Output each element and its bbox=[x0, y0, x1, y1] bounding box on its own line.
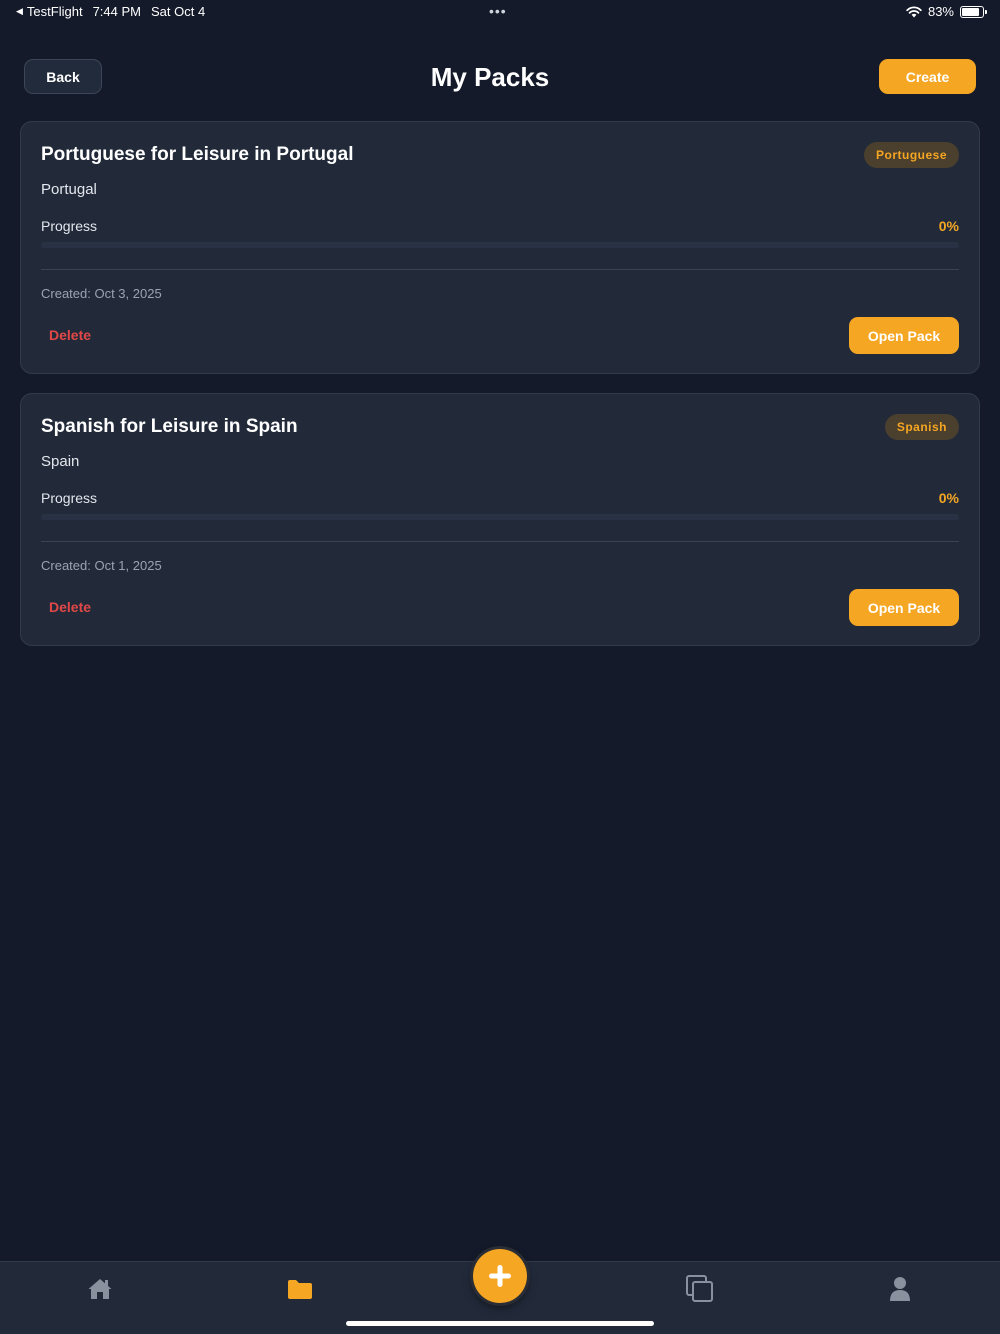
folder-icon bbox=[288, 1280, 312, 1299]
created-date: Created: Oct 3, 2025 bbox=[41, 286, 162, 301]
progress-value: 0% bbox=[938, 218, 959, 234]
progress-value: 0% bbox=[938, 490, 959, 506]
delete-button[interactable]: Delete bbox=[49, 327, 91, 343]
add-pack-fab[interactable] bbox=[473, 1249, 527, 1303]
battery-icon bbox=[960, 5, 987, 18]
multitasking-dots[interactable]: ••• bbox=[489, 4, 507, 18]
progress-bar bbox=[41, 514, 959, 520]
status-left: ◀ TestFlight 7:44 PM Sat Oct 4 bbox=[16, 4, 205, 19]
tab-profile[interactable] bbox=[880, 1274, 920, 1304]
my-packs-screen: ◀ TestFlight 7:44 PM Sat Oct 4 ••• 83% B… bbox=[0, 0, 1000, 1334]
wifi-icon bbox=[906, 5, 922, 17]
back-to-app-icon[interactable]: ◀ bbox=[16, 6, 23, 17]
tab-packs[interactable] bbox=[280, 1274, 320, 1304]
pack-title: Portuguese for Leisure in Portugal bbox=[41, 144, 354, 165]
home-icon bbox=[88, 1279, 112, 1299]
status-right: 83% bbox=[906, 4, 987, 19]
copy-icon bbox=[686, 1275, 713, 1302]
battery-fill bbox=[962, 7, 979, 16]
card-divider bbox=[41, 269, 959, 270]
battery-percent: 83% bbox=[927, 4, 954, 19]
language-badge: Portuguese bbox=[863, 142, 959, 168]
create-button[interactable]: Create bbox=[879, 59, 976, 94]
open-pack-button[interactable]: Open Pack bbox=[849, 317, 959, 354]
profile-icon bbox=[890, 1277, 910, 1301]
progress-label: Progress bbox=[41, 218, 98, 234]
delete-button[interactable]: Delete bbox=[49, 599, 91, 615]
card-divider bbox=[41, 541, 959, 542]
open-pack-button[interactable]: Open Pack bbox=[849, 589, 959, 626]
add-icon bbox=[489, 1265, 511, 1287]
pack-card: Portuguese for Leisure in Portugal Portu… bbox=[20, 121, 980, 374]
tab-home[interactable] bbox=[80, 1274, 120, 1304]
progress-bar bbox=[41, 242, 959, 248]
created-date: Created: Oct 1, 2025 bbox=[41, 558, 162, 573]
pack-title: Spanish for Leisure in Spain bbox=[41, 416, 298, 437]
status-time: 7:44 PM bbox=[92, 4, 141, 19]
page-title: My Packs bbox=[430, 62, 550, 92]
pack-card: Spanish for Leisure in Spain Spanish Spa… bbox=[20, 393, 980, 646]
home-indicator[interactable] bbox=[346, 1321, 654, 1326]
status-app-name[interactable]: TestFlight bbox=[27, 4, 83, 19]
pack-location: Portugal bbox=[41, 181, 97, 198]
status-bar: ◀ TestFlight 7:44 PM Sat Oct 4 ••• 83% bbox=[0, 0, 1000, 24]
tab-cards[interactable] bbox=[680, 1274, 720, 1304]
status-date: Sat Oct 4 bbox=[150, 4, 206, 19]
pack-location: Spain bbox=[41, 453, 80, 470]
progress-label: Progress bbox=[41, 490, 98, 506]
language-badge: Spanish bbox=[884, 414, 959, 440]
